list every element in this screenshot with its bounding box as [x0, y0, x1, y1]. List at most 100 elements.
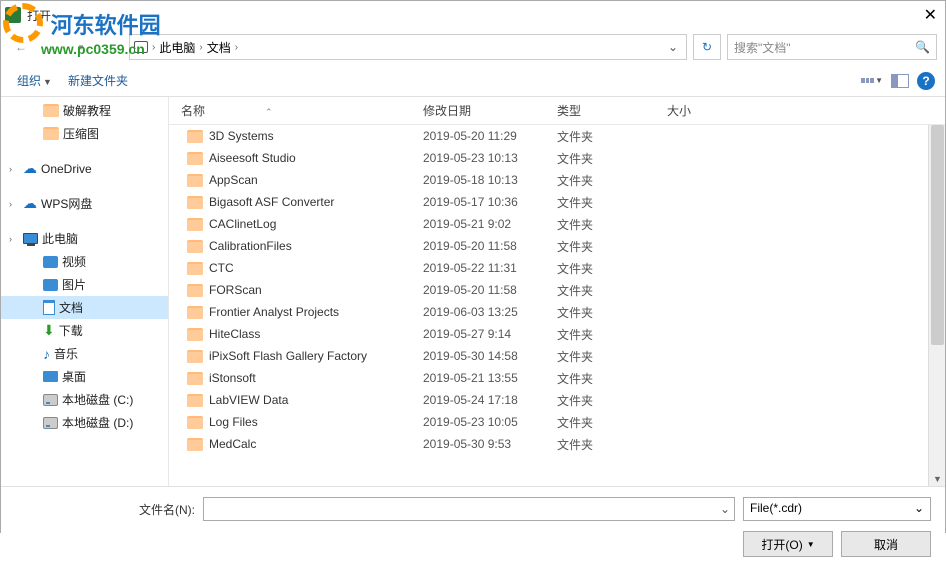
file-row[interactable]: AppScan2019-05-18 10:13文件夹 [169, 169, 945, 191]
path-part[interactable]: 文档 [207, 39, 231, 56]
file-date: 2019-05-30 9:53 [423, 437, 557, 451]
expand-icon[interactable]: › [9, 164, 19, 174]
sidebar-item[interactable]: › ☁WPS网盘 [1, 192, 168, 215]
sidebar-item[interactable]: 视频 [1, 250, 168, 273]
file-row[interactable]: FORScan2019-05-20 11:58文件夹 [169, 279, 945, 301]
file-type: 文件夹 [557, 260, 667, 277]
cloud-icon: ☁ [23, 160, 37, 177]
expand-icon[interactable]: › [9, 199, 19, 209]
filter-dropdown-icon: ⌄ [914, 501, 924, 517]
file-type: 文件夹 [557, 128, 667, 145]
filename-input[interactable]: ⌄ [203, 497, 735, 521]
chevron-right-icon: › [199, 42, 202, 53]
file-row[interactable]: Frontier Analyst Projects2019-06-03 13:2… [169, 301, 945, 323]
file-name: CAClinetLog [209, 217, 276, 231]
scrollbar[interactable]: ▼ [928, 125, 945, 486]
file-type: 文件夹 [557, 194, 667, 211]
col-header-size[interactable]: 大小 [667, 102, 747, 119]
help-icon[interactable]: ? [917, 72, 935, 90]
desk-icon [43, 371, 58, 382]
img-icon [43, 279, 58, 291]
sidebar-item[interactable]: 文档 [1, 296, 168, 319]
sidebar-item[interactable]: ›☁OneDrive [1, 157, 168, 180]
folder-icon [187, 130, 203, 143]
dl-icon: ⬇ [43, 322, 55, 339]
folder-icon [187, 152, 203, 165]
file-date: 2019-05-30 14:58 [423, 349, 557, 363]
search-box[interactable]: 搜索"文档" 🔍 [727, 34, 937, 60]
file-row[interactable]: CAClinetLog 2019-05-21 9:02文件夹 [169, 213, 945, 235]
file-date: 2019-05-21 9:02 [423, 217, 557, 231]
sidebar-item[interactable]: 破解教程 [1, 99, 168, 122]
sidebar-item[interactable]: › 此电脑 [1, 227, 168, 250]
path-dropdown-icon[interactable]: ⌄ [668, 40, 682, 54]
preview-pane-button[interactable] [891, 74, 909, 88]
scrollbar-thumb[interactable] [931, 125, 944, 345]
sidebar-item-label: 下载 [59, 322, 83, 339]
file-date: 2019-05-20 11:58 [423, 239, 557, 253]
refresh-button[interactable]: ↻ [693, 34, 721, 60]
file-name: iPixSoft Flash Gallery Factory [209, 349, 367, 363]
file-row[interactable]: 3D Systems 2019-05-20 11:29文件夹 [169, 125, 945, 147]
sort-asc-icon: ⌃ [265, 107, 273, 117]
col-header-name[interactable]: 名称⌃ [169, 102, 423, 119]
file-date: 2019-05-20 11:29 [423, 129, 557, 143]
file-row[interactable]: iPixSoft Flash Gallery Factory 2019-05-30… [169, 345, 945, 367]
vid-icon [43, 256, 58, 268]
file-date: 2019-05-20 11:58 [423, 283, 557, 297]
folder-icon [187, 306, 203, 319]
file-type: 文件夹 [557, 436, 667, 453]
sidebar-item-label: 文档 [59, 299, 83, 316]
cloud-icon: ☁ [23, 195, 37, 212]
sidebar-item-label: WPS网盘 [41, 195, 92, 212]
file-name: MedCalc [209, 437, 256, 451]
organize-menu[interactable]: 组织▼ [11, 70, 58, 91]
file-type: 文件夹 [557, 216, 667, 233]
file-row[interactable]: CalibrationFiles2019-05-20 11:58文件夹 [169, 235, 945, 257]
watermark-url: www.pc0359.cn [41, 41, 161, 57]
breadcrumb-path[interactable]: › 此电脑 › 文档 › ⌄ [129, 34, 687, 60]
file-row[interactable]: Log Files2019-05-23 10:05文件夹 [169, 411, 945, 433]
sidebar-item[interactable]: ⬇下载 [1, 319, 168, 342]
file-row[interactable]: HiteClass2019-05-27 9:14文件夹 [169, 323, 945, 345]
filename-label: 文件名(N): [15, 501, 195, 518]
view-mode-button[interactable]: ▼ [861, 73, 883, 89]
file-name: Log Files [209, 415, 258, 429]
folder-icon [187, 284, 203, 297]
path-part[interactable]: 此电脑 [159, 39, 195, 56]
file-row[interactable]: Bigasoft ASF Converter2019-05-17 10:36文件… [169, 191, 945, 213]
filetype-filter[interactable]: File(*.cdr)⌄ [743, 497, 931, 521]
sidebar-item[interactable]: 本地磁盘 (D:) [1, 411, 168, 434]
sidebar-item-label: 桌面 [62, 368, 86, 385]
col-header-date[interactable]: 修改日期 [423, 102, 557, 119]
file-row[interactable]: iStonsoft2019-05-21 13:55文件夹 [169, 367, 945, 389]
folder-icon [187, 196, 203, 209]
new-folder-button[interactable]: 新建文件夹 [62, 70, 134, 91]
bottom-panel: 文件名(N): ⌄ File(*.cdr)⌄ 打开(O)▼ 取消 [1, 486, 945, 567]
sidebar-item[interactable]: 桌面 [1, 365, 168, 388]
file-type: 文件夹 [557, 150, 667, 167]
close-button[interactable]: ✕ [924, 5, 937, 25]
file-row[interactable]: MedCalc 2019-05-30 9:53文件夹 [169, 433, 945, 455]
folder-icon [187, 394, 203, 407]
file-row[interactable]: CTC2019-05-22 11:31文件夹 [169, 257, 945, 279]
file-name: Frontier Analyst Projects [209, 305, 339, 319]
cancel-button[interactable]: 取消 [841, 531, 931, 557]
file-name: iStonsoft [209, 371, 256, 385]
open-button[interactable]: 打开(O)▼ [743, 531, 833, 557]
sidebar-item[interactable]: 图片 [1, 273, 168, 296]
col-header-type[interactable]: 类型 [557, 102, 667, 119]
file-date: 2019-05-24 17:18 [423, 393, 557, 407]
expand-icon[interactable]: › [9, 234, 19, 244]
scroll-down-icon[interactable]: ▼ [933, 474, 942, 484]
filename-dropdown-icon[interactable]: ⌄ [720, 498, 730, 516]
sidebar-item[interactable]: 压缩图 [1, 122, 168, 145]
file-name: 3D Systems [209, 129, 274, 143]
file-date: 2019-05-18 10:13 [423, 173, 557, 187]
sidebar-item[interactable]: ♪音乐 [1, 342, 168, 365]
file-row[interactable]: Aiseesoft Studio2019-05-23 10:13文件夹 [169, 147, 945, 169]
file-row[interactable]: LabVIEW Data2019-05-24 17:18文件夹 [169, 389, 945, 411]
sidebar-item[interactable]: 本地磁盘 (C:) [1, 388, 168, 411]
sidebar-item-label: 此电脑 [42, 230, 78, 247]
sidebar-item-label: 音乐 [54, 345, 78, 362]
